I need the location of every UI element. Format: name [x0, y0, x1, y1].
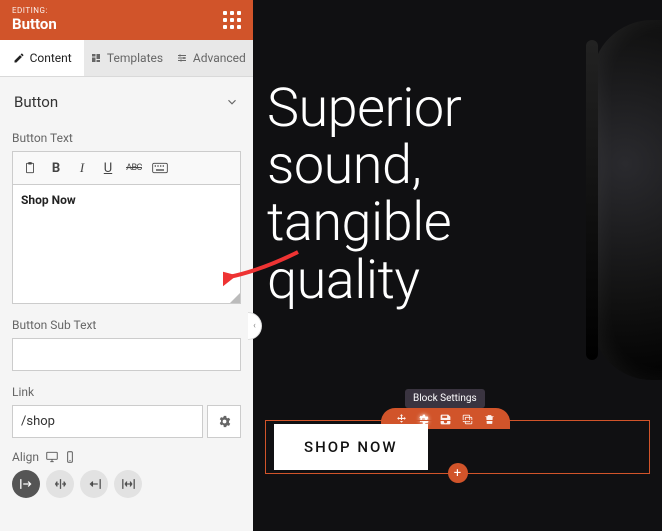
align-right-button[interactable] — [80, 470, 108, 498]
selected-block-frame[interactable]: SHOP NOW + — [265, 420, 650, 474]
button-subtext-label: Button Sub Text — [12, 318, 241, 332]
content-panel: Button Button Text B I U ABC Shop Now Bu… — [0, 77, 253, 531]
cta-button[interactable]: SHOP NOW — [274, 424, 428, 470]
tab-content-label: Content — [30, 51, 72, 65]
sliders-icon — [176, 52, 188, 64]
gear-icon — [217, 414, 232, 429]
preview-canvas: Superior sound, tangible quality Block S… — [253, 0, 662, 531]
apps-grid-icon[interactable] — [223, 11, 241, 29]
rte-italic-button[interactable]: I — [69, 156, 95, 180]
pencil-icon — [13, 52, 25, 64]
tab-templates[interactable]: Templates — [84, 40, 168, 76]
rte-underline-button[interactable]: U — [95, 156, 121, 180]
rte-bold-button[interactable]: B — [43, 156, 69, 180]
templates-icon — [90, 52, 102, 64]
rte-strike-button[interactable]: ABC — [121, 156, 147, 180]
tab-templates-label: Templates — [107, 51, 163, 65]
desktop-icon[interactable] — [45, 450, 59, 464]
editor-header: EDITING: Button — [0, 0, 253, 40]
align-justify-button[interactable] — [114, 470, 142, 498]
chevron-down-icon — [225, 95, 239, 109]
editing-title: Button — [12, 15, 57, 33]
button-text-label: Button Text — [12, 131, 241, 145]
link-label: Link — [12, 385, 241, 399]
tab-advanced[interactable]: Advanced — [169, 40, 253, 76]
link-input[interactable] — [12, 405, 203, 438]
product-image — [592, 20, 662, 380]
editing-label: EDITING: — [12, 6, 57, 15]
rte-paste-button[interactable] — [17, 156, 43, 180]
mobile-icon[interactable] — [63, 450, 77, 464]
add-block-button[interactable]: + — [448, 463, 468, 483]
rte-keyboard-button[interactable] — [147, 156, 173, 180]
button-accordion[interactable]: Button — [12, 77, 241, 125]
editor-sidebar: EDITING: Button Content Templates Advanc… — [0, 0, 253, 531]
rte-toolbar: B I U ABC — [12, 151, 241, 184]
block-tooltip: Block Settings — [405, 389, 485, 408]
align-left-button[interactable] — [12, 470, 40, 498]
tab-advanced-label: Advanced — [193, 51, 246, 65]
accordion-title: Button — [14, 93, 58, 111]
tab-content[interactable]: Content — [0, 40, 84, 76]
align-center-button[interactable] — [46, 470, 74, 498]
link-settings-button[interactable] — [207, 405, 241, 438]
editor-tabs: Content Templates Advanced — [0, 40, 253, 77]
resize-handle-icon[interactable] — [230, 293, 240, 303]
hero-heading: Superior sound, tangible quality — [267, 80, 461, 309]
align-label: Align — [12, 450, 39, 464]
button-text-input[interactable]: Shop Now — [12, 184, 241, 304]
button-subtext-input[interactable] — [12, 338, 241, 371]
